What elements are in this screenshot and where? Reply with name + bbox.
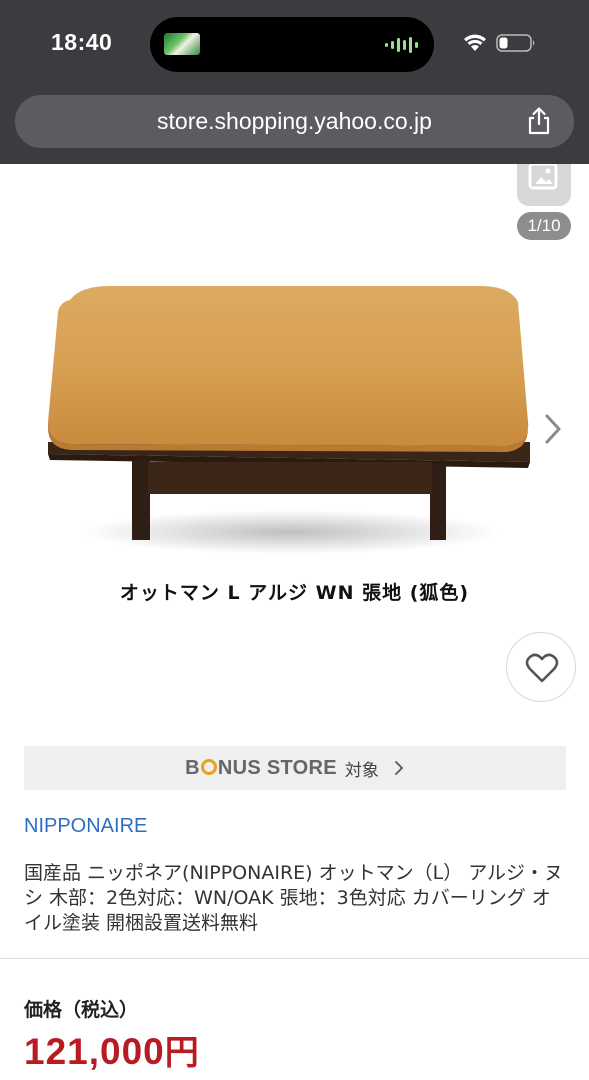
divider xyxy=(0,958,589,959)
status-time: 18:40 xyxy=(51,29,113,55)
bonus-store-banner[interactable]: B NUS STORE 対象 xyxy=(24,746,566,790)
chevron-right-icon xyxy=(394,761,403,775)
product-title: 国産品 ニッポネア(NIPPONAIRE) オットマン（L） アルジ・ヌシ 木部… xyxy=(24,862,564,934)
wifi-icon xyxy=(464,34,486,51)
now-playing-thumbnail xyxy=(164,33,200,55)
chevron-right-icon[interactable] xyxy=(542,412,564,446)
address-bar[interactable]: store.shopping.yahoo.co.jp xyxy=(15,95,574,148)
bonus-logo-ring xyxy=(200,758,217,775)
battery-icon xyxy=(496,34,535,52)
gallery-button[interactable] xyxy=(517,164,571,206)
price-unit: 円 xyxy=(164,1033,200,1073)
dynamic-island[interactable] xyxy=(150,17,434,72)
image-counter: 1/10 xyxy=(517,212,571,240)
bonus-store-label: 対象 xyxy=(344,760,379,781)
price-label: 価格（税込） xyxy=(24,999,139,1021)
image-caption: オットマン L アルジ WN 張地 (狐色) xyxy=(119,582,470,604)
bonus-store-logo: B NUS STORE xyxy=(185,756,337,779)
price-amount: 121,000 xyxy=(24,1031,165,1072)
browser-chrome: 18:40 store.shopping.yahoo.co.jp xyxy=(0,0,589,164)
url-text: store.shopping.yahoo.co.jp xyxy=(157,108,432,134)
product-image-gallery[interactable]: 1/10 オットマン L アルジ WN 張地 (狐色) xyxy=(0,164,589,724)
favorite-button[interactable] xyxy=(506,632,576,702)
store-name-link[interactable]: NIPPONAIRE xyxy=(24,815,147,838)
audio-waveform-icon xyxy=(385,37,418,53)
product-photo xyxy=(48,286,530,554)
price-value: 121,000円 xyxy=(24,1025,200,1074)
heart-icon xyxy=(525,653,559,683)
gallery-icon xyxy=(528,164,558,190)
share-icon[interactable] xyxy=(525,106,553,136)
